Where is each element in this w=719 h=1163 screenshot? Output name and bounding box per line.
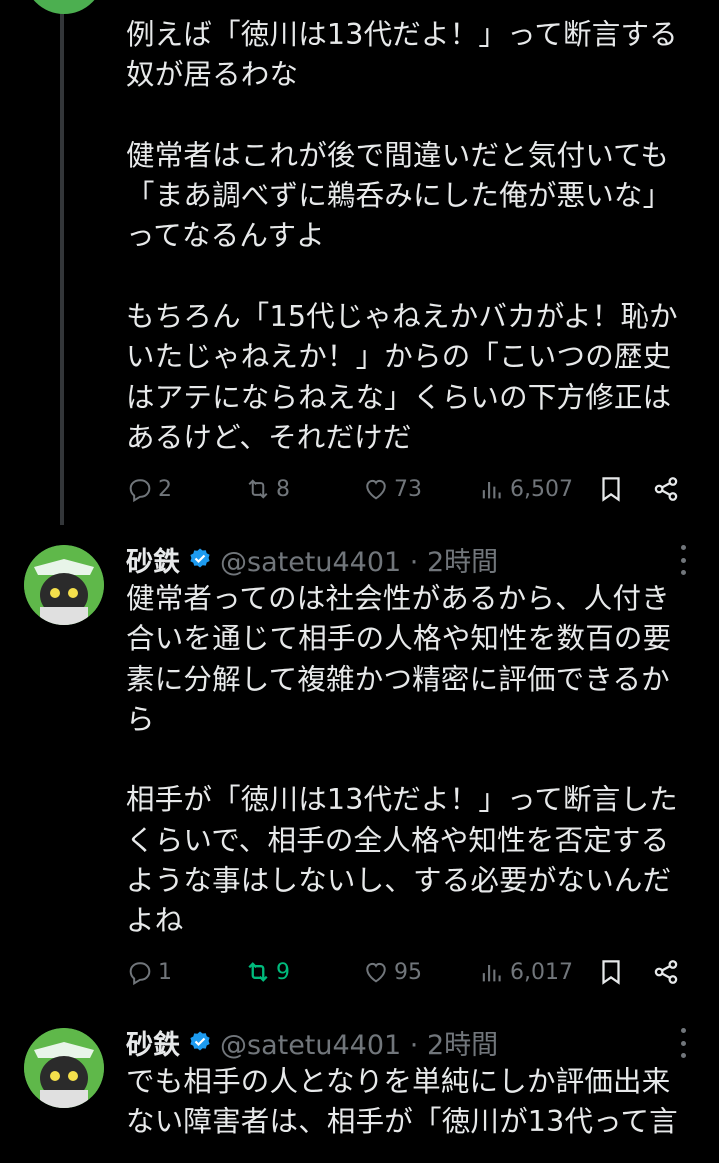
tweet-text: 例えば「徳川は13代だよ！」って断言する 奴が居るわな 健常者はこれが後で間違い… (126, 18, 678, 454)
views-icon (482, 482, 501, 499)
share-icon[interactable] (651, 957, 681, 987)
tweet-actions: 1 9 95 6,017 (126, 952, 686, 992)
avatar[interactable] (24, 1028, 104, 1108)
avatar-image (24, 545, 104, 625)
reply-count: 2 (158, 476, 172, 502)
views-count: 6,507 (510, 476, 573, 502)
retweet-count: 8 (276, 476, 290, 502)
retweet-count: 9 (276, 959, 290, 985)
like-icon (366, 962, 386, 983)
retweet-icon (248, 479, 268, 499)
verified-badge-icon (190, 1031, 210, 1051)
display-name[interactable]: 砂鉄 (126, 540, 180, 579)
reply-count: 1 (158, 959, 172, 985)
display-name[interactable]: 砂鉄 (126, 1023, 180, 1062)
tweet-text: でも相手の人となりを単純にしか評価出来 ない障害者は、相手が「徳川が13代って言 (126, 1065, 678, 1139)
like-count: 73 (394, 476, 422, 502)
tweet-actions: 2 8 73 6,507 (126, 469, 686, 509)
retweet-button[interactable]: 8 (244, 469, 290, 509)
tweet-header: 砂鉄 @satetu4401 · 2時間 (126, 1023, 498, 1062)
more-icon[interactable] (677, 545, 689, 575)
retweet-button[interactable]: 9 (244, 952, 290, 992)
reply-icon (129, 962, 151, 986)
more-icon[interactable] (677, 1028, 689, 1058)
avatar-image (24, 1028, 104, 1108)
tweet-2[interactable]: 砂鉄 @satetu4401 · 2時間 でも相手の人となりを単純にしか評価出来… (0, 1008, 719, 1163)
like-count: 95 (394, 959, 422, 985)
tweet-0[interactable]: 例えば「徳川は13代だよ！」って断言する 奴が居るわな 健常者はこれが後で間違い… (0, 0, 719, 525)
bookmark-icon[interactable] (596, 957, 626, 987)
views-button[interactable]: 6,507 (478, 469, 573, 509)
like-icon (366, 479, 386, 500)
reply-button[interactable]: 1 (126, 952, 172, 992)
bookmark-icon[interactable] (596, 474, 626, 504)
avatar[interactable] (24, 545, 104, 625)
tweet-1[interactable]: 砂鉄 @satetu4401 · 2時間 健常者ってのは社会性があるから、人付き… (0, 525, 719, 1005)
handle-and-time[interactable]: @satetu4401 · 2時間 (220, 1023, 498, 1062)
views-button[interactable]: 6,017 (478, 952, 573, 992)
like-button[interactable]: 73 (362, 469, 422, 509)
retweet-icon (248, 962, 268, 982)
verified-badge-icon (190, 548, 210, 568)
handle-and-time[interactable]: @satetu4401 · 2時間 (220, 540, 498, 579)
share-icon[interactable] (651, 474, 681, 504)
tweet-text: 健常者ってのは社会性があるから、人付き 合いを通じて相手の人格や知性を数百の要 … (126, 582, 678, 938)
like-button[interactable]: 95 (362, 952, 422, 992)
tweet-header: 砂鉄 @satetu4401 · 2時間 (126, 540, 498, 579)
views-count: 6,017 (510, 959, 573, 985)
reply-icon (129, 479, 151, 503)
avatar[interactable] (24, 0, 104, 14)
views-icon (482, 965, 501, 982)
reply-button[interactable]: 2 (126, 469, 172, 509)
